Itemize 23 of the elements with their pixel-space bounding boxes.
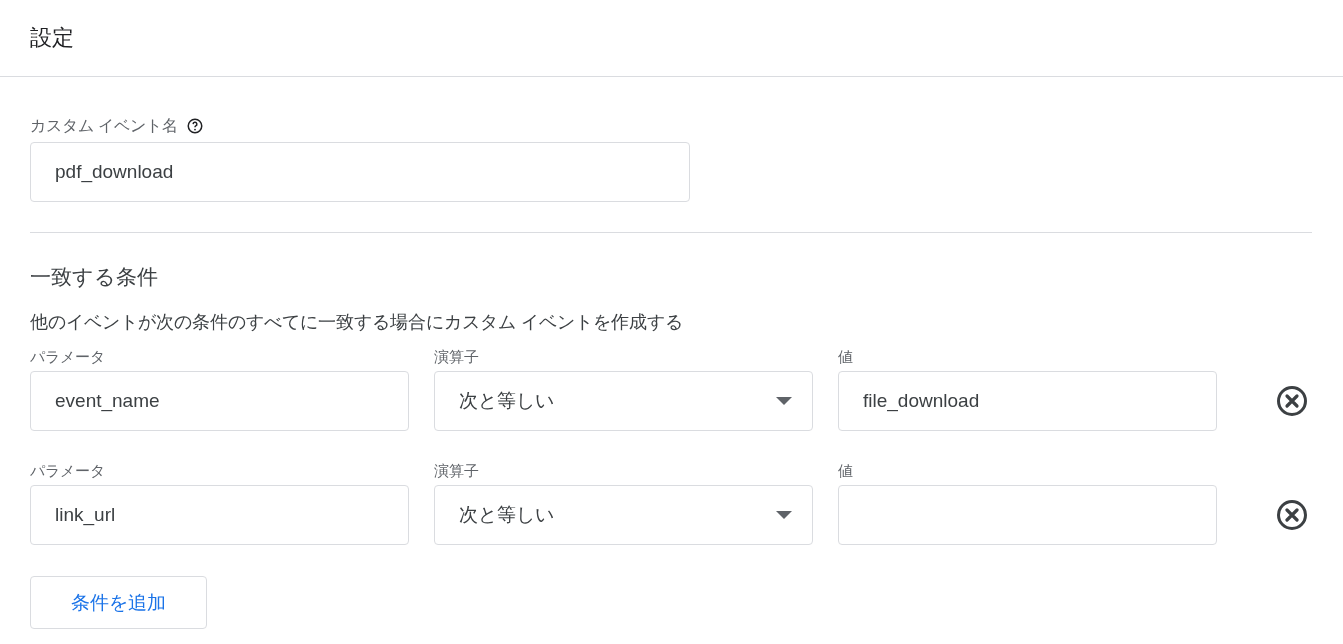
operator-dropdown[interactable]: 次と等しい bbox=[434, 371, 813, 431]
field-label: 演算子 bbox=[434, 348, 480, 367]
parameter-field[interactable]: event_name bbox=[30, 371, 409, 431]
parameter-field[interactable]: link_url bbox=[30, 485, 409, 545]
value-field[interactable]: file_download bbox=[838, 371, 1217, 431]
custom-name-field[interactable]: pdf_download bbox=[30, 142, 690, 202]
caret-icon bbox=[776, 511, 792, 519]
field-label: パラメータ bbox=[30, 348, 106, 367]
field-label: 値 bbox=[838, 462, 854, 481]
description: 他のイベントが次の条件のすべてに一致する場合にカスタム イベントを作成する bbox=[30, 311, 684, 334]
help-icon[interactable] bbox=[186, 117, 205, 135]
caret-icon bbox=[776, 397, 792, 405]
field-label: カスタム イベント名 bbox=[30, 115, 179, 136]
value-field[interactable] bbox=[838, 485, 1217, 545]
field-label: 値 bbox=[838, 348, 854, 367]
operator-dropdown[interactable]: 次と等しい bbox=[434, 485, 813, 545]
add-condition-button[interactable]: 条件を追加 bbox=[30, 576, 207, 629]
field-label: 演算子 bbox=[434, 462, 480, 481]
field-label: パラメータ bbox=[30, 462, 106, 481]
section-title: 一致する条件 bbox=[30, 264, 159, 290]
page-title: 設定 bbox=[30, 24, 74, 52]
remove-icon[interactable] bbox=[1276, 499, 1308, 531]
remove-icon[interactable] bbox=[1276, 385, 1308, 417]
